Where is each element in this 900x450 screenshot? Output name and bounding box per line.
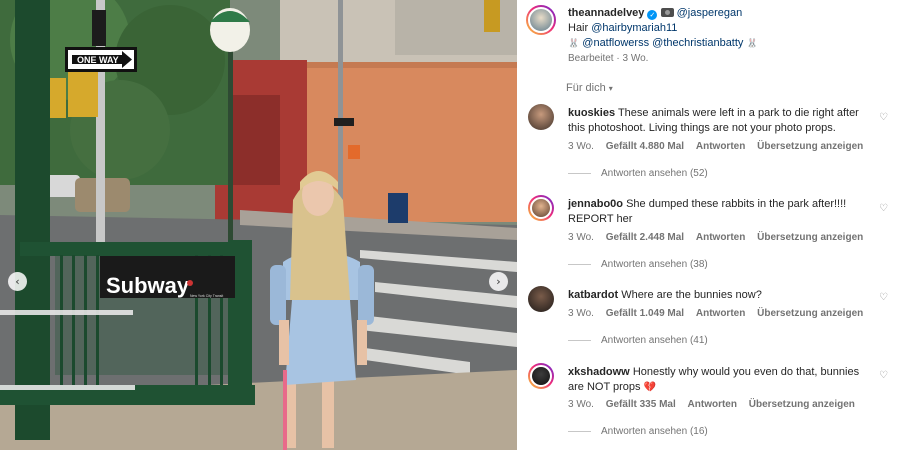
comment-time: 3 Wo. <box>568 141 594 152</box>
comment-body: Where are the bunnies now? <box>621 289 762 301</box>
like-heart-icon[interactable]: ♡ <box>879 112 888 123</box>
chevron-down-icon: ▾ <box>608 84 613 93</box>
comment-meta: 3 Wo. Gefällt 1.049 Mal Antworten Überse… <box>568 308 872 319</box>
like-heart-icon[interactable]: ♡ <box>879 292 888 303</box>
comment-meta: 3 Wo. Gefällt 4.880 Mal Antworten Überse… <box>568 141 872 152</box>
comment-text: kuoskies These animals were left in a pa… <box>568 106 868 136</box>
comment-likes[interactable]: Gefällt 2.448 Mal <box>606 232 684 243</box>
caption-mention-photographer[interactable]: @jasperegan <box>677 7 743 19</box>
translate-button[interactable]: Übersetzung anzeigen <box>757 308 863 319</box>
verified-badge-icon: ✓ <box>647 10 658 20</box>
comments-panel: theannadelvey ✓ @jasperegan Hair @hairby… <box>517 0 900 450</box>
author-avatar[interactable] <box>526 5 556 35</box>
commenter-avatar[interactable] <box>528 286 554 312</box>
bunny-emoji-icon: 🐰 <box>746 39 758 49</box>
comment-time: 3 Wo. <box>568 399 594 410</box>
caption-mention-hair[interactable]: @hairbymariah11 <box>591 22 677 34</box>
reply-button[interactable]: Antworten <box>696 141 745 152</box>
comment-likes[interactable]: Gefällt 335 Mal <box>606 399 676 410</box>
reply-button[interactable]: Antworten <box>696 232 745 243</box>
view-replies-button[interactable]: Antworten ansehen (41) <box>568 335 708 346</box>
translate-button[interactable]: Übersetzung anzeigen <box>749 399 855 410</box>
sort-label: Für dich <box>566 82 606 94</box>
one-way-sign-text: ONE WAY <box>77 55 119 65</box>
comment-time: 3 Wo. <box>568 308 594 319</box>
street-scene-image: ONE WAY Subway New York City Transit <box>0 0 517 450</box>
comment-likes[interactable]: Gefällt 4.880 Mal <box>606 141 684 152</box>
comment-text: jennabo0o She dumped these rabbits in th… <box>568 197 868 227</box>
commenter-avatar[interactable] <box>528 363 554 389</box>
commenter-avatar[interactable] <box>528 195 554 221</box>
subway-sign-small-text: New York City Transit <box>190 294 223 298</box>
translate-button[interactable]: Übersetzung anzeigen <box>757 232 863 243</box>
post-photo: ONE WAY Subway New York City Transit ‹ › <box>0 0 517 450</box>
commenter-username[interactable]: katbardot <box>568 289 618 301</box>
translate-button[interactable]: Übersetzung anzeigen <box>757 141 863 152</box>
view-replies-button[interactable]: Antworten ansehen (38) <box>568 259 708 270</box>
bunny-emoji-icon: 🐰 <box>568 39 580 49</box>
previous-photo-button[interactable]: ‹ <box>8 272 27 291</box>
comment-sort-dropdown[interactable]: Für dich ▾ <box>566 82 613 94</box>
chevron-left-icon: ‹ <box>15 275 20 288</box>
caption-hair-label: Hair <box>568 22 589 34</box>
post-edited-timestamp: Bearbeitet · 3 Wo. <box>568 53 649 64</box>
comment-meta: 3 Wo. Gefällt 2.448 Mal Antworten Überse… <box>568 232 872 243</box>
commenter-username[interactable]: kuoskies <box>568 107 615 119</box>
like-heart-icon[interactable]: ♡ <box>879 370 888 381</box>
comment-time: 3 Wo. <box>568 232 594 243</box>
like-heart-icon[interactable]: ♡ <box>879 203 888 214</box>
view-replies-button[interactable]: Antworten ansehen (52) <box>568 168 708 179</box>
commenter-username[interactable]: xkshadoww <box>568 366 630 378</box>
next-photo-button[interactable]: › <box>489 272 508 291</box>
post-caption: theannadelvey ✓ @jasperegan Hair @hairby… <box>568 6 888 52</box>
comment-text: katbardot Where are the bunnies now? <box>568 288 868 303</box>
view-replies-button[interactable]: Antworten ansehen (16) <box>568 426 708 437</box>
caption-mention-natflowerss[interactable]: @natflowerss <box>582 37 649 49</box>
caption-mention-christianbatty[interactable]: @thechristianbatty <box>652 37 743 49</box>
author-username[interactable]: theannadelvey <box>568 7 644 19</box>
camera-emoji-icon <box>660 8 674 17</box>
chevron-right-icon: › <box>496 275 501 288</box>
subway-sign-text: Subway <box>106 273 190 298</box>
comment-meta: 3 Wo. Gefällt 335 Mal Antworten Übersetz… <box>568 399 864 410</box>
reply-button[interactable]: Antworten <box>696 308 745 319</box>
commenter-username[interactable]: jennabo0o <box>568 198 623 210</box>
comment-text: xkshadoww Honestly why would you even do… <box>568 365 868 395</box>
reply-button[interactable]: Antworten <box>688 399 737 410</box>
comment-likes[interactable]: Gefällt 1.049 Mal <box>606 308 684 319</box>
commenter-avatar[interactable] <box>528 104 554 130</box>
broken-heart-emoji-icon: 💔 <box>643 382 657 393</box>
